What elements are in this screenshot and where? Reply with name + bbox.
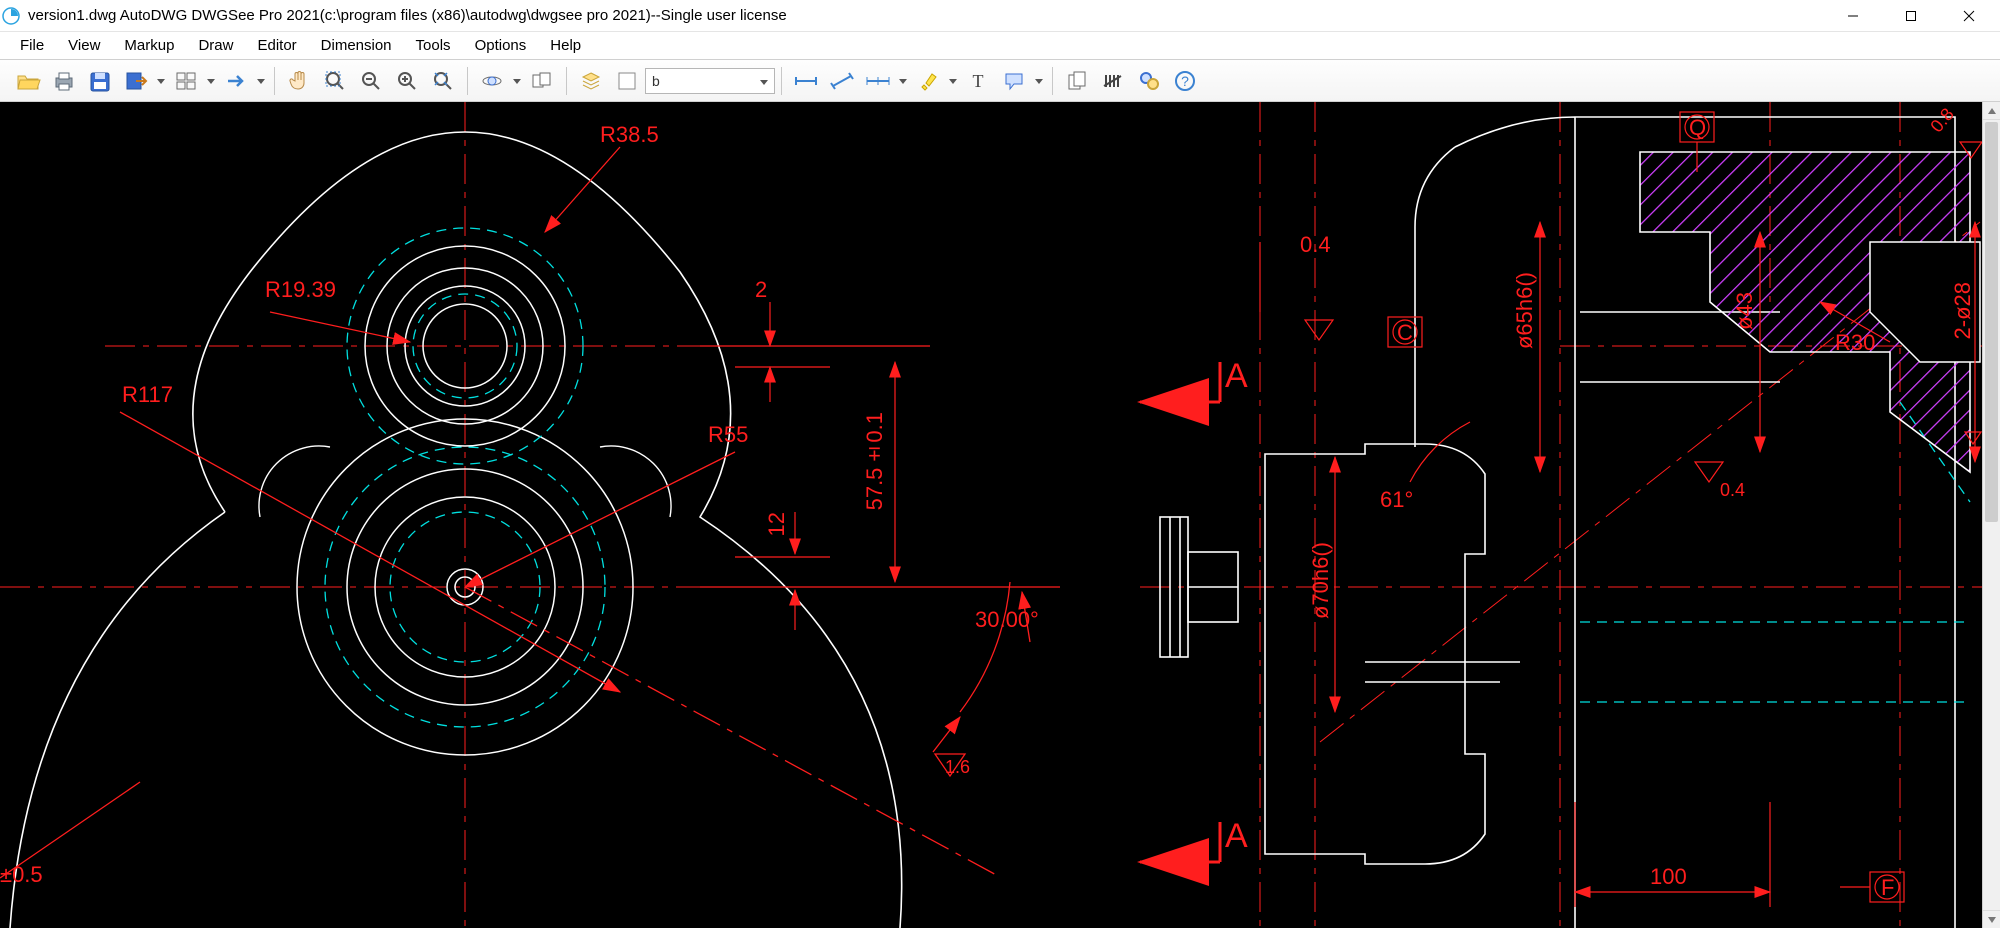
dim-12: 12 [764,512,790,536]
dim-r55: R55 [708,422,748,448]
geo-f: F [1881,875,1894,901]
orbit-button[interactable] [474,64,510,98]
menu-view[interactable]: View [56,32,112,59]
window-split-button[interactable] [168,64,204,98]
layers-button[interactable] [573,64,609,98]
measure-aligned-button[interactable] [824,64,860,98]
menu-help[interactable]: Help [538,32,593,59]
menu-dimension[interactable]: Dimension [309,32,404,59]
compare-button[interactable] [524,64,560,98]
measure-linear-button[interactable] [788,64,824,98]
menu-draw[interactable]: Draw [186,32,245,59]
save-button[interactable] [82,64,118,98]
workspace: R38.5 R19.39 R117 R55 2 12 57.5±0.1 30.0… [0,102,2000,928]
layer-selector-value: b [652,73,660,89]
measure-dropdown[interactable] [896,77,910,85]
comment-dropdown[interactable] [1032,77,1046,85]
tol-05: ±0.5 [0,862,43,888]
dim-r1939: R19.39 [265,277,336,303]
section-a-bottom: A [1225,817,1248,856]
help-button[interactable]: ? [1167,64,1203,98]
surf-16: 1.6 [945,757,970,778]
orbit-dropdown[interactable] [510,77,524,85]
minimize-button[interactable] [1824,0,1882,32]
dim-30deg: 30.00° [975,607,1039,633]
section-a-top: A [1225,357,1248,396]
navigate-dropdown[interactable] [254,77,268,85]
count-button[interactable] [1095,64,1131,98]
dim-dia43: ø43 [1732,292,1758,330]
menu-markup[interactable]: Markup [112,32,186,59]
zoom-out-button[interactable] [353,64,389,98]
menu-editor[interactable]: Editor [245,32,308,59]
zoom-in-button[interactable] [389,64,425,98]
dim-r385: R38.5 [600,122,659,148]
left-view [0,102,1060,928]
maximize-button[interactable] [1882,0,1940,32]
menu-file[interactable]: File [8,32,56,59]
dim-100: 100 [1650,864,1687,890]
comment-button[interactable] [996,64,1032,98]
dim-575: 57.5±0.1 [862,412,888,510]
geo-c: C [1397,320,1413,346]
find-button[interactable] [1131,64,1167,98]
surf-04-left: 0.4 [1300,232,1331,258]
window-title: version1.dwg AutoDWG DWGSee Pro 2021(c:\… [28,7,787,24]
text-button[interactable]: T [960,64,996,98]
highlight-button[interactable] [910,64,946,98]
dim-2d28: 2-ø28 [1950,282,1976,339]
pan-button[interactable] [281,64,317,98]
dim-61deg: 61° [1380,487,1413,513]
scroll-up-button[interactable] [1983,102,2000,120]
drawing-canvas[interactable]: R38.5 R19.39 R117 R55 2 12 57.5±0.1 30.0… [0,102,1982,928]
app-icon [2,7,20,25]
svg-text:?: ? [1181,73,1189,89]
right-view [1140,102,1982,928]
chevron-down-icon [760,73,768,89]
toolbar: b T ? [0,60,2000,102]
scroll-down-button[interactable] [1983,910,2000,928]
zoom-window-button[interactable] [317,64,353,98]
export-button[interactable] [118,64,154,98]
title-bar: version1.dwg AutoDWG DWGSee Pro 2021(c:\… [0,0,2000,32]
menu-options[interactable]: Options [463,32,539,59]
open-button[interactable] [10,64,46,98]
measure-continue-button[interactable] [860,64,896,98]
window-split-dropdown[interactable] [204,77,218,85]
dim-dia65: ø65h6() [1512,272,1538,349]
dim-2: 2 [755,277,767,303]
geo-q: Q [1689,115,1706,141]
layer-selector[interactable]: b [645,68,775,94]
export-dropdown[interactable] [154,77,168,85]
menu-bar: File View Markup Draw Editor Dimension T… [0,32,2000,60]
layer-color-button[interactable] [609,64,645,98]
vertical-scrollbar[interactable] [1982,102,2000,928]
menu-tools[interactable]: Tools [404,32,463,59]
dim-dia70: ø70h6() [1308,542,1334,619]
copy-button[interactable] [1059,64,1095,98]
svg-text:T: T [973,71,984,91]
highlight-dropdown[interactable] [946,77,960,85]
print-button[interactable] [46,64,82,98]
dim-r30: R30 [1835,330,1875,356]
scroll-thumb[interactable] [1985,122,1998,522]
surf-04-right: 0.4 [1720,480,1745,501]
zoom-extents-button[interactable] [425,64,461,98]
dim-r117: R117 [122,382,173,408]
close-button[interactable] [1940,0,1998,32]
navigate-button[interactable] [218,64,254,98]
